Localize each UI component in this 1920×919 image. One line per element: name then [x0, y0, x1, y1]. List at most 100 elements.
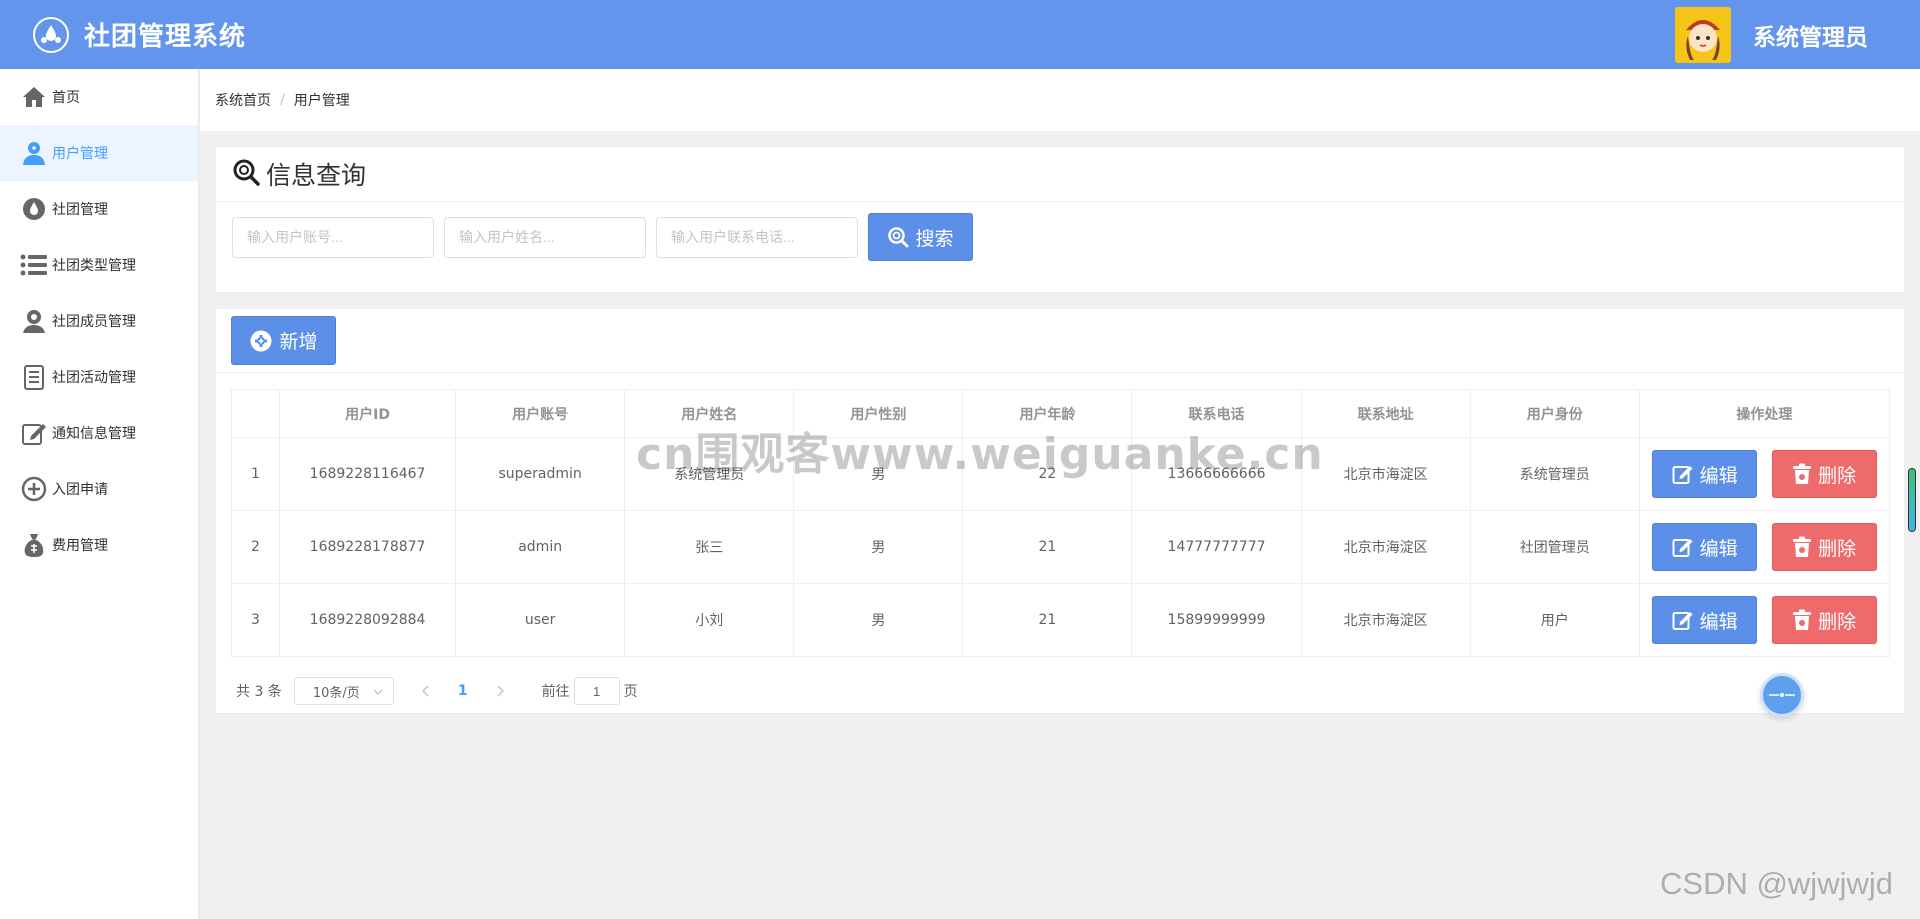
plus-circle-icon [20, 475, 48, 503]
delete-button[interactable]: 删除 [1771, 523, 1877, 571]
table-header-row: 用户ID 用户账号 用户姓名 用户性别 用户年龄 联系电话 联系地址 用户身份 … [230, 389, 1891, 438]
list-icon [20, 251, 48, 279]
table-toolbar: 新增 [216, 309, 1904, 373]
top-header: 社团管理系统 系统管理员 [0, 0, 1920, 69]
sidebar-item-users[interactable]: 用户管理 [0, 125, 198, 181]
pagination-total: 共 3 条 [236, 684, 282, 700]
floating-assistant-button[interactable] [1760, 673, 1804, 717]
chevron-down-icon [373, 684, 383, 699]
money-bag-icon [20, 531, 48, 559]
goto-page-input[interactable] [573, 677, 620, 705]
cell-address: 北京市海淀区 [1300, 583, 1471, 657]
breadcrumb-current: 用户管理 [293, 93, 350, 109]
column-header-phone: 联系电话 [1131, 389, 1302, 438]
user-table: 用户ID 用户账号 用户姓名 用户性别 用户年龄 联系电话 联系地址 用户身份 … [230, 389, 1891, 657]
column-header-address: 联系地址 [1300, 389, 1471, 438]
add-button-label: 新增 [279, 332, 318, 353]
search-button-label: 搜索 [915, 228, 954, 250]
sidebar-item-label: 社团活动管理 [52, 370, 136, 386]
edit-button[interactable]: 编辑 [1652, 596, 1758, 644]
column-header-role: 用户身份 [1469, 389, 1640, 438]
sidebar-item-clubs[interactable]: 社团管理 [0, 181, 198, 237]
cell-gender: 男 [793, 583, 964, 657]
sidebar-item-club-types[interactable]: 社团类型管理 [0, 237, 198, 293]
home-icon [20, 83, 48, 111]
sidebar-item-label: 首页 [52, 90, 80, 106]
cell-actions: 编辑 删除 [1638, 583, 1891, 657]
cell-index: 3 [230, 583, 281, 657]
cell-name: 张三 [624, 510, 795, 584]
logo: 社团管理系统 [33, 16, 246, 53]
search-button[interactable]: 搜索 [868, 213, 973, 261]
sidebar-item-fees[interactable]: 费用管理 [0, 517, 198, 573]
goto-prefix: 前往 [541, 684, 570, 700]
scroll-indicator[interactable] [1908, 468, 1916, 532]
pagination: 共 3 条 10条/页 1 前往 页 [236, 677, 638, 705]
sidebar-item-members[interactable]: 社团成员管理 [0, 293, 198, 349]
delete-button[interactable]: 删除 [1771, 450, 1877, 498]
trash-icon [1792, 609, 1812, 631]
cell-user-id: 1689228092884 [279, 583, 457, 657]
name-search-input[interactable] [444, 216, 646, 258]
cell-actions: 编辑 删除 [1638, 437, 1891, 511]
cell-phone: 13666666666 [1131, 437, 1302, 511]
user-table-panel: 新增 用户ID 用户账号 用户姓名 用户性别 用户年龄 联系电话 联系地址 用户… [215, 308, 1905, 714]
delete-button-label: 删除 [1818, 538, 1857, 560]
account-search-input[interactable] [232, 216, 434, 258]
edit-button[interactable]: 编辑 [1652, 523, 1758, 571]
cell-address: 北京市海淀区 [1300, 437, 1471, 511]
add-circle-icon [249, 329, 273, 353]
sidebar-item-label: 费用管理 [52, 538, 108, 554]
delete-button[interactable]: 删除 [1771, 596, 1877, 644]
page-number[interactable]: 1 [458, 683, 468, 699]
sidebar-item-home[interactable]: 首页 [0, 69, 198, 125]
cell-age: 22 [962, 437, 1133, 511]
cell-account: superadmin [455, 437, 626, 511]
prev-page-button[interactable] [421, 682, 430, 701]
cell-index: 1 [230, 437, 281, 511]
search-header: 信息查询 [216, 147, 1904, 202]
search-icon [887, 226, 909, 248]
page-size-value: 10条/页 [312, 685, 360, 701]
search-panel: 信息查询 搜索 [215, 146, 1905, 293]
user-icon [20, 139, 48, 167]
cell-role: 用户 [1469, 583, 1640, 657]
sidebar-item-activities[interactable]: 社团活动管理 [0, 349, 198, 405]
cell-user-id: 1689228178877 [279, 510, 457, 584]
cell-phone: 15899999999 [1131, 583, 1302, 657]
table-row: 1 1689228116467 superadmin 系统管理员 男 22 13… [230, 437, 1891, 511]
cell-role: 系统管理员 [1469, 437, 1640, 511]
trash-icon [1792, 536, 1812, 558]
cell-address: 北京市海淀区 [1300, 510, 1471, 584]
sidebar-item-applications[interactable]: 入团申请 [0, 461, 198, 517]
cell-phone: 14777777777 [1131, 510, 1302, 584]
next-page-button[interactable] [496, 682, 504, 701]
user-menu[interactable]: 系统管理员 [1675, 0, 1868, 69]
drop-icon [20, 195, 48, 223]
column-header-user-id: 用户ID [279, 389, 457, 438]
edit-button[interactable]: 编辑 [1652, 450, 1758, 498]
sidebar-item-label: 社团成员管理 [52, 314, 136, 330]
cell-index: 2 [230, 510, 281, 584]
sidebar-item-notices[interactable]: 通知信息管理 [0, 405, 198, 461]
edit-button-label: 编辑 [1699, 538, 1738, 560]
breadcrumb: 系统首页 / 用户管理 [200, 69, 1920, 131]
cell-gender: 男 [793, 510, 964, 584]
avatar[interactable] [1675, 6, 1731, 63]
column-header-account: 用户账号 [455, 389, 626, 438]
trash-icon [1792, 463, 1812, 485]
sidebar-item-label: 社团类型管理 [52, 258, 136, 274]
add-user-button[interactable]: 新增 [231, 316, 336, 365]
search-title: 信息查询 [266, 161, 367, 190]
cell-user-id: 1689228116467 [279, 437, 457, 511]
sidebar-item-label: 通知信息管理 [52, 426, 136, 442]
phone-search-input[interactable] [656, 216, 858, 258]
sidebar: 首页 用户管理 社团管理 社团类型管理 社团成员管理 社团活动管理 通知信息管理… [0, 69, 199, 919]
column-header-gender: 用户性别 [793, 389, 964, 438]
cell-age: 21 [962, 583, 1133, 657]
search-form: 搜索 [216, 213, 1904, 261]
cell-name: 系统管理员 [624, 437, 795, 511]
cell-gender: 男 [793, 437, 964, 511]
breadcrumb-home[interactable]: 系统首页 [215, 90, 271, 110]
page-size-select[interactable]: 10条/页 [293, 677, 394, 705]
